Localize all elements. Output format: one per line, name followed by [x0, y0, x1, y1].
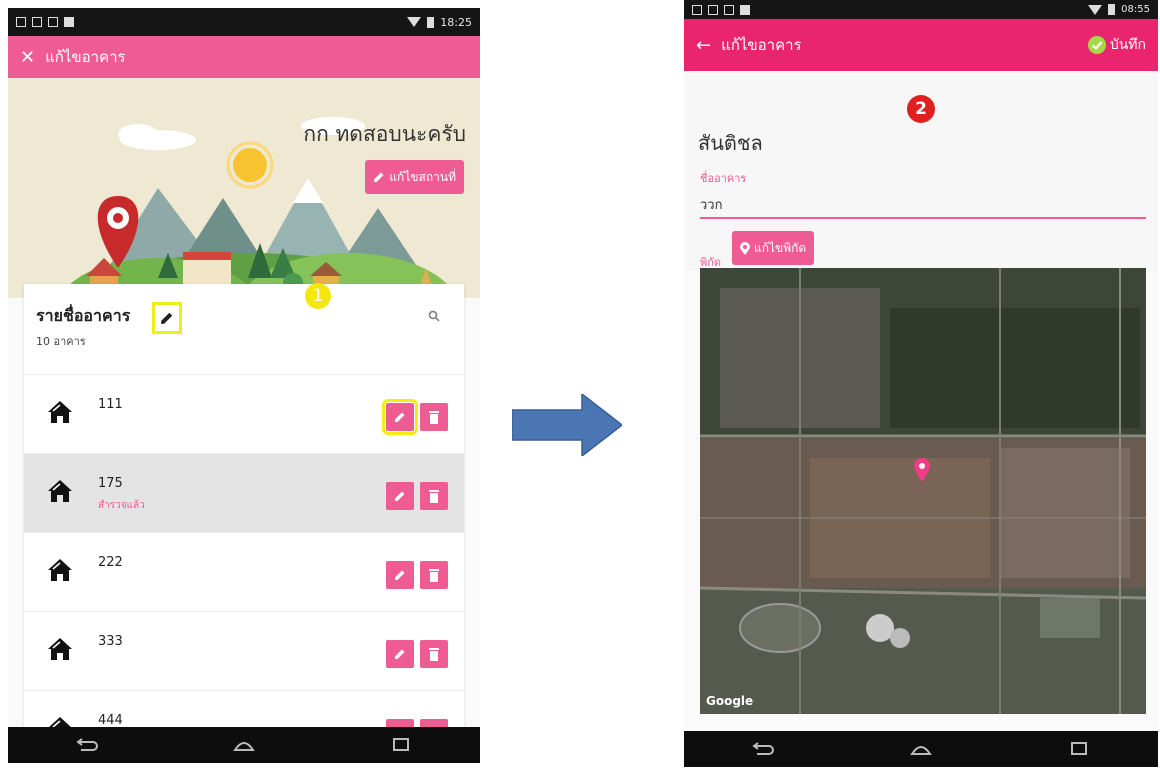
list-item[interactable]: 333: [24, 611, 464, 690]
system-nav-bar: [684, 731, 1158, 767]
step-marker-1: 1: [305, 283, 331, 309]
wifi-icon: [1088, 4, 1103, 15]
trash-icon: [429, 647, 439, 661]
step-marker-2: 2: [907, 95, 935, 123]
edit-building-button[interactable]: [382, 399, 418, 435]
phone-screen-edit: 08:55 ← แก้ไขอาคาร บันทึก 2 สันติชล ชื่อ…: [684, 0, 1158, 767]
system-nav-bar: [8, 727, 480, 763]
search-icon[interactable]: [428, 310, 440, 326]
status-bar: 18:25: [8, 8, 480, 36]
app-bar: ✕ แก้ไขอาคาร: [8, 36, 480, 78]
list-title: รายชื่ออาคาร: [36, 306, 131, 325]
building-list-card: รายชื่ออาคาร 10 อาคาร 111 175 สำรวจแล้ว 222…: [24, 284, 464, 763]
house-icon: [48, 638, 72, 660]
building-name: 222: [98, 555, 123, 570]
check-circle-icon: [1087, 36, 1106, 54]
pencil-icon: [395, 491, 405, 501]
pencil-icon: [395, 570, 405, 580]
app-bar: ← แก้ไขอาคาร บันทึก: [684, 19, 1158, 71]
home-nav-icon[interactable]: [232, 738, 256, 752]
recents-nav-icon[interactable]: [389, 738, 413, 752]
notification-icons: [692, 4, 750, 15]
house-icon: [48, 480, 72, 502]
pencil-icon: [374, 172, 384, 182]
map-imagery: [700, 268, 1146, 714]
map-attribution: Google: [706, 694, 754, 708]
close-icon[interactable]: ✕: [20, 47, 35, 68]
location-pin-icon: [740, 241, 750, 255]
trash-icon: [429, 568, 439, 582]
list-item[interactable]: 222: [24, 532, 464, 611]
app-bar-title: แก้ไขอาคาร: [721, 36, 802, 54]
building-name: 175: [98, 476, 123, 491]
delete-building-button[interactable]: [420, 482, 448, 510]
pencil-icon: [395, 412, 405, 422]
delete-building-button[interactable]: [420, 640, 448, 668]
delete-building-button[interactable]: [420, 561, 448, 589]
map-pin-icon: [914, 458, 930, 482]
page-heading: สันติชล: [698, 131, 763, 155]
building-name: 444: [98, 713, 123, 728]
status-time: 18:25: [440, 15, 472, 29]
edit-place-label: แก้ไขสถานที่: [389, 169, 456, 184]
pencil-icon: [395, 649, 405, 659]
house-icon: [48, 401, 72, 423]
battery-icon: [1108, 4, 1116, 15]
location-banner: กก ทดสอบนะครับ แก้ไขสถานที่: [8, 78, 480, 298]
list-header: รายชื่ออาคาร 10 อาคาร: [24, 284, 464, 374]
satellite-map[interactable]: Google: [700, 268, 1146, 714]
edit-building-button[interactable]: [386, 640, 414, 668]
edit-coordinates-button[interactable]: แก้ไขพิกัด: [732, 231, 815, 265]
building-name: 333: [98, 634, 123, 649]
app-bar-title: แก้ไขอาคาร: [45, 48, 126, 66]
trash-icon: [429, 410, 439, 424]
house-icon: [48, 559, 72, 581]
location-name: กก ทดสอบนะครับ: [303, 122, 466, 146]
edit-building-button[interactable]: [386, 482, 414, 510]
building-count: 10 อาคาร: [36, 335, 86, 348]
status-time: 08:55: [1121, 4, 1150, 15]
edit-list-title-icon[interactable]: [152, 302, 182, 334]
status-bar: 08:55: [684, 0, 1158, 19]
back-nav-icon[interactable]: [751, 742, 775, 756]
trash-icon: [429, 489, 439, 503]
building-name: 111: [98, 397, 123, 412]
building-name-input[interactable]: [700, 191, 1146, 219]
delete-building-button[interactable]: [420, 403, 448, 431]
save-button[interactable]: บันทึก: [1087, 34, 1146, 56]
building-name-label: ชื่ออาคาร: [700, 172, 747, 185]
back-arrow-icon[interactable]: ←: [696, 35, 711, 56]
edit-place-button[interactable]: แก้ไขสถานที่: [365, 160, 464, 194]
edit-form: 2 สันติชล ชื่ออาคาร พิกัด แก้ไขพิกัด: [684, 71, 1158, 271]
edit-coordinates-label: แก้ไขพิกัด: [754, 240, 807, 255]
battery-icon: [427, 16, 435, 28]
list-item[interactable]: 111: [24, 374, 464, 453]
phone-screen-list: 18:25 ✕ แก้ไขอาคาร กก ทดสอบนะครับ แก้ไขส…: [8, 8, 480, 763]
transition-arrow: [512, 394, 622, 456]
back-nav-icon[interactable]: [75, 738, 99, 752]
list-item[interactable]: 175 สำรวจแล้ว: [24, 453, 464, 532]
survey-status: สำรวจแล้ว: [98, 500, 145, 511]
save-label: บันทึก: [1109, 37, 1146, 53]
notification-icons: [16, 17, 74, 27]
recents-nav-icon[interactable]: [1067, 742, 1091, 756]
wifi-icon: [407, 17, 422, 27]
edit-building-button[interactable]: [386, 561, 414, 589]
home-nav-icon[interactable]: [909, 742, 933, 756]
